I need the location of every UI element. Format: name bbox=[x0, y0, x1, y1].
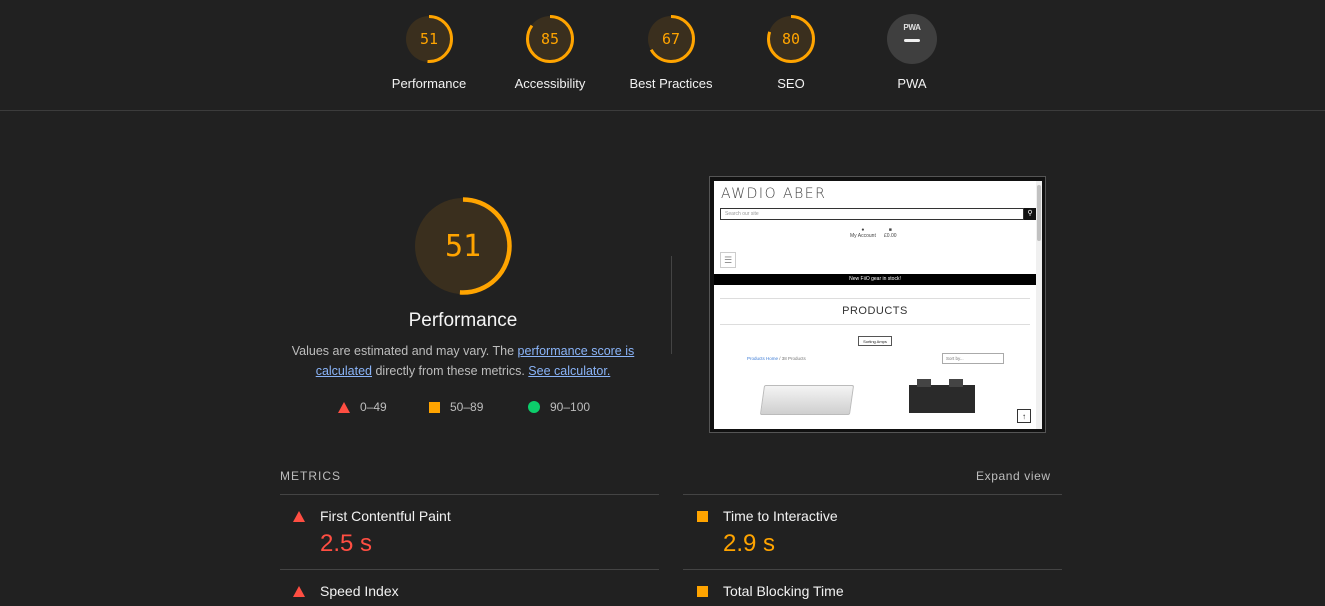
svg-text:67: 67 bbox=[662, 30, 680, 48]
gauge-seo[interactable]: 80 SEO bbox=[736, 14, 846, 91]
pwa-badge-text: PWA bbox=[903, 23, 921, 32]
svg-text:80: 80 bbox=[782, 30, 800, 48]
metrics-divider bbox=[683, 569, 1062, 570]
green-circle-icon bbox=[528, 401, 540, 413]
expand-view-toggle[interactable]: Expand view bbox=[976, 469, 1051, 483]
performance-description: Values are estimated and may vary. The p… bbox=[283, 341, 643, 381]
metric-tbt-title: Total Blocking Time bbox=[723, 583, 844, 599]
legend-pass: 90–100 bbox=[528, 400, 590, 414]
gauge-label: Accessibility bbox=[514, 76, 586, 91]
gauge-accessibility-ring: 85 bbox=[526, 15, 574, 63]
legend-range: 90–100 bbox=[550, 400, 591, 414]
hamburger-menu-icon: ☰ bbox=[720, 252, 736, 268]
svg-text:51: 51 bbox=[420, 30, 438, 48]
red-triangle-icon bbox=[293, 586, 305, 597]
site-logo: AWDIO ABER bbox=[721, 186, 827, 202]
breadcrumb-link: Products Home bbox=[747, 356, 779, 361]
final-screenshot[interactable]: AWDIO ABER Search our site ⚲ ● My Account… bbox=[709, 176, 1046, 433]
metric-speed-index-title: Speed Index bbox=[320, 583, 399, 599]
red-triangle-icon bbox=[293, 511, 305, 522]
account-link: ● My Account bbox=[850, 227, 876, 239]
screenshot-scroll-thumb bbox=[1037, 185, 1041, 241]
screenshot-page: AWDIO ABER Search our site ⚲ ● My Account… bbox=[714, 181, 1042, 429]
desc-text-1: Values are estimated and may vary. The bbox=[291, 344, 518, 358]
pwa-dash-icon bbox=[904, 39, 920, 42]
site-breadcrumb: Products Home / 38 Products bbox=[747, 356, 806, 361]
legend-average: 50–89 bbox=[429, 400, 483, 414]
sorting-button: Sorting Amps bbox=[858, 336, 892, 346]
metrics-divider bbox=[683, 494, 1062, 495]
metric-fcp-value: 2.5 s bbox=[320, 530, 373, 557]
site-search-icon: ⚲ bbox=[1024, 208, 1036, 220]
metrics-header: METRICS bbox=[280, 469, 341, 483]
gauge-seo-ring: 80 bbox=[767, 15, 815, 63]
gauge-best-practices-ring: 67 bbox=[647, 15, 695, 63]
metrics-divider bbox=[280, 569, 659, 570]
divider bbox=[720, 324, 1030, 325]
promo-banner: New FiiO gear in stock! bbox=[714, 274, 1036, 285]
divider bbox=[720, 298, 1030, 299]
vertical-divider bbox=[671, 256, 672, 354]
metric-tti-value: 2.9 s bbox=[723, 530, 776, 557]
pwa-badge-icon: PWA bbox=[887, 14, 937, 64]
score-summary-bar: 51 Performance 85 Accessibility 67 Best … bbox=[0, 0, 1325, 111]
legend-range: 50–89 bbox=[450, 400, 484, 414]
gauge-label: SEO bbox=[777, 76, 805, 91]
performance-gauge-ring: 51 bbox=[414, 197, 512, 295]
product-image-silver-amp bbox=[759, 385, 855, 415]
see-calculator-link[interactable]: See calculator. bbox=[528, 364, 610, 378]
desc-text-2: directly from these metrics. bbox=[372, 364, 529, 378]
gauge-accessibility[interactable]: 85 Accessibility bbox=[495, 14, 605, 91]
metrics-divider bbox=[280, 494, 659, 495]
svg-text:51: 51 bbox=[445, 229, 481, 264]
back-to-top-icon: ↑ bbox=[1017, 409, 1031, 423]
red-triangle-icon bbox=[338, 401, 350, 413]
sort-select: Sort by... bbox=[942, 353, 1004, 364]
cart-link: ■ £0.00 bbox=[884, 227, 897, 239]
gauge-label: Best Practices bbox=[629, 76, 713, 91]
performance-gauge: 51 bbox=[413, 196, 513, 296]
account-label: My Account bbox=[850, 233, 876, 239]
gauge-performance-ring: 51 bbox=[405, 15, 453, 63]
gauge-label: PWA bbox=[897, 76, 927, 91]
legend-range: 0–49 bbox=[360, 400, 387, 414]
site-search-input: Search our site bbox=[720, 208, 1024, 220]
products-heading: PRODUCTS bbox=[842, 305, 908, 317]
metric-fcp-title: First Contentful Paint bbox=[320, 508, 451, 524]
orange-square-icon bbox=[697, 586, 708, 597]
gauge-best-practices[interactable]: 67 Best Practices bbox=[616, 14, 726, 91]
gauge-performance[interactable]: 51 Performance bbox=[374, 14, 484, 91]
orange-square-icon bbox=[429, 401, 440, 413]
orange-square-icon bbox=[697, 511, 708, 522]
breadcrumb-rest: / 38 Products bbox=[778, 356, 806, 361]
legend-fail: 0–49 bbox=[338, 400, 387, 414]
svg-text:85: 85 bbox=[541, 30, 559, 48]
metric-tti-title: Time to Interactive bbox=[723, 508, 838, 524]
gauge-pwa[interactable]: PWA PWA bbox=[857, 14, 967, 91]
performance-title: Performance bbox=[408, 310, 518, 331]
product-image-tube-amp bbox=[909, 379, 975, 413]
cart-label: £0.00 bbox=[884, 233, 897, 239]
gauge-label: Performance bbox=[391, 76, 467, 91]
